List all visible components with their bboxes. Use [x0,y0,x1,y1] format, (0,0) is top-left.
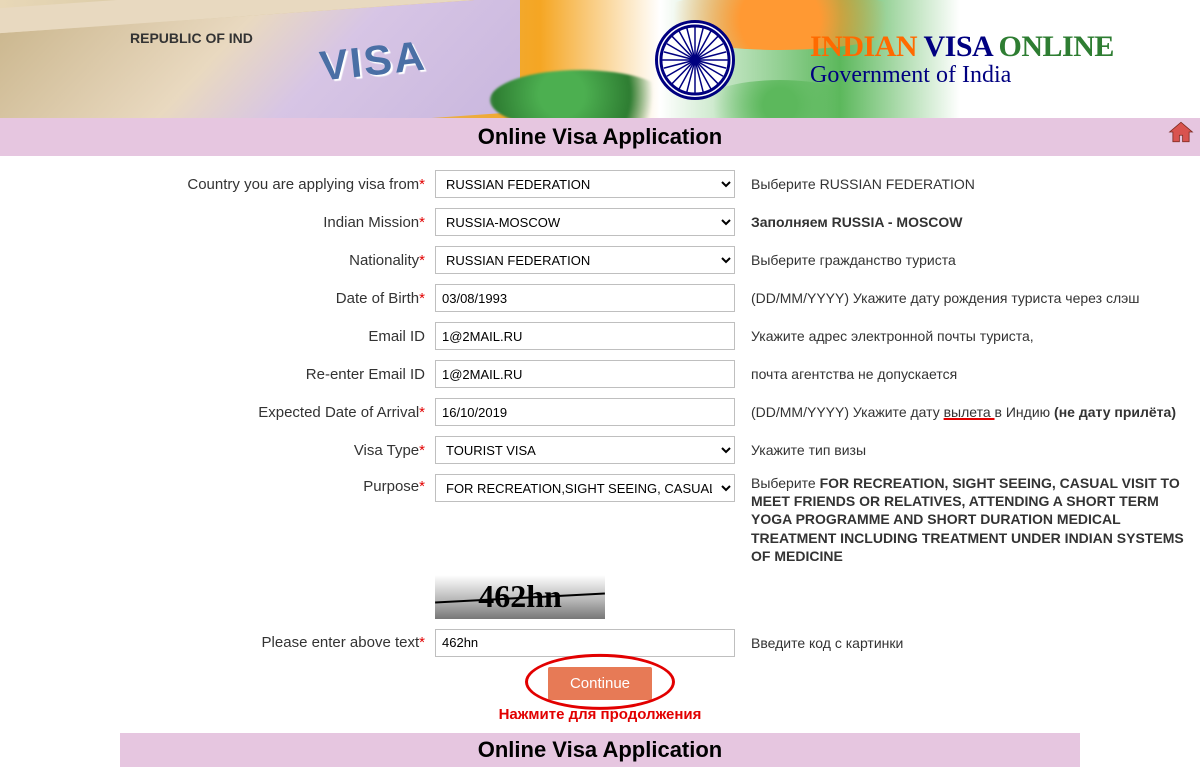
input-captcha[interactable] [435,629,735,657]
continue-button[interactable]: Continue [548,667,652,700]
label-captcha-input: Please enter above text [262,634,420,651]
brand-subtitle: Government of India [810,62,1114,89]
footer-title-bar: Online Visa Application [120,733,1080,767]
captcha-image: 462hn [435,575,605,619]
brand-block: INDIAN VISA ONLINE Government of India [810,30,1114,89]
select-purpose[interactable]: FOR RECREATION,SIGHT SEEING, CASUAL VIS [435,474,735,502]
label-country: Country you are applying visa from [187,176,419,193]
label-visa-type: Visa Type [354,442,419,459]
visa-doc-text: REPUBLIC OF IND [130,30,253,46]
select-mission[interactable]: RUSSIA-MOSCOW [435,208,735,236]
brand-word-3: ONLINE [999,30,1114,63]
page-title: Online Visa Application [478,124,723,149]
home-icon[interactable] [1168,120,1194,150]
select-nationality[interactable]: RUSSIAN FEDERATION [435,246,735,274]
hint-email-line2: почта агентства не допускается [735,365,1190,383]
input-email2[interactable] [435,360,735,388]
label-email: Email ID [368,328,425,345]
input-arrival[interactable] [435,398,735,426]
hint-country: Выберите RUSSIAN FEDERATION [735,175,1190,193]
hint-purpose: Выберите FOR RECREATION, SIGHT SEEING, C… [735,474,1190,565]
label-nationality: Nationality [349,252,419,269]
hint-captcha: Введите код с картинки [735,634,1190,652]
input-dob[interactable] [435,284,735,312]
brand-word-2: VISA [923,30,991,63]
select-country[interactable]: RUSSIAN FEDERATION [435,170,735,198]
ashoka-chakra-icon [655,20,735,100]
label-arrival: Expected Date of Arrival [258,404,419,421]
hint-visa-type: Укажите тип визы [735,441,1190,459]
hint-email-line1: Укажите адрес электронной почты туриста, [735,327,1190,345]
label-mission: Indian Mission [323,214,419,231]
select-visa-type[interactable]: TOURIST VISA [435,436,735,464]
hint-dob: (DD/MM/YYYY) Укажите дату рождения турис… [735,289,1190,307]
hint-mission: Заполняем RUSSIA - MOSCOW [751,214,963,230]
page-title-bar: Online Visa Application [0,118,1200,156]
hint-nationality: Выберите гражданство туриста [735,251,1190,269]
label-email2: Re-enter Email ID [306,366,425,383]
input-email[interactable] [435,322,735,350]
hint-arrival: (DD/MM/YYYY) Укажите дату вылета в Индию… [735,403,1190,421]
label-dob: Date of Birth [336,290,419,307]
brand-word-1: INDIAN [810,30,917,63]
press-note: Нажмите для продолжения [10,706,1190,723]
visa-document-graphic: REPUBLIC OF IND [0,0,520,118]
label-purpose: Purpose [363,478,419,495]
footer-title: Online Visa Application [478,737,723,762]
header-banner: REPUBLIC OF IND INDIAN [0,0,1200,118]
form: Country you are applying visa from* RUSS… [0,156,1200,733]
